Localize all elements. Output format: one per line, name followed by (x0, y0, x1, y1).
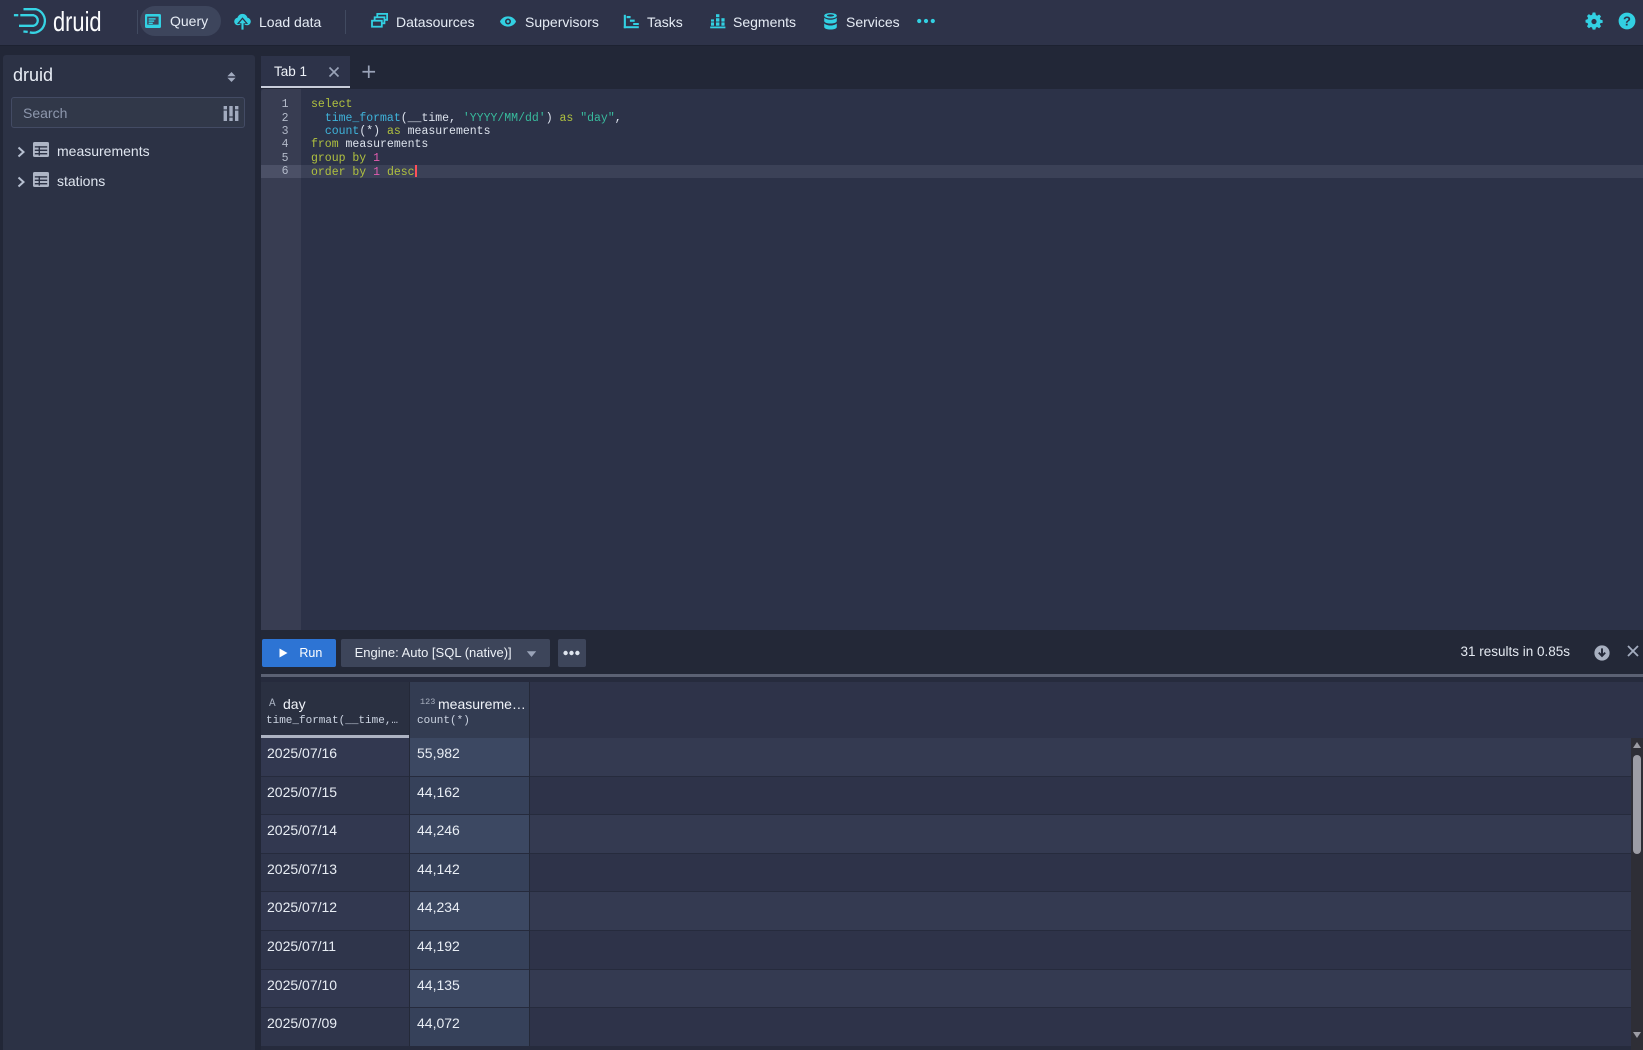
svg-text:?: ? (1623, 13, 1631, 28)
